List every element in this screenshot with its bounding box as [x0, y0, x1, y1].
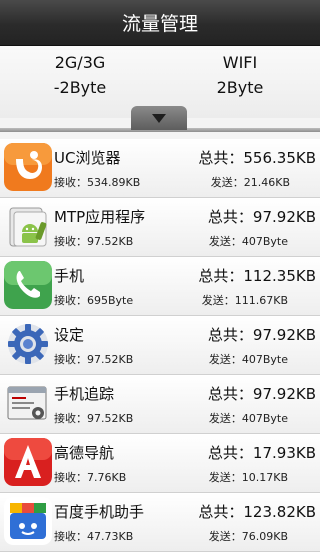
mobile-summary: 2G/3G -2Byte: [0, 50, 160, 100]
app-sent: 发送：407Byte: [208, 353, 288, 366]
app-received: 接收：695Byte: [54, 294, 134, 307]
list-item[interactable]: 设定 总共：97.92KB 接收：97.52KB 发送：407Byte: [0, 316, 320, 375]
baidu-assistant-icon: [4, 497, 52, 545]
list-item[interactable]: 高德导航 总共：17.93KB 接收：7.76KB 发送：10.17KB: [0, 434, 320, 493]
app-received: 接收：97.52KB: [54, 412, 134, 425]
app-received: 接收：534.89KB: [54, 176, 141, 189]
page-title: 流量管理: [121, 13, 198, 35]
phone-icon: [4, 261, 52, 309]
mobile-label: 2G/3G: [54, 53, 106, 72]
app-total: 总共：97.92KB: [207, 326, 316, 344]
mobile-value: -2Byte: [53, 78, 107, 97]
uc-browser-icon: [4, 143, 52, 191]
app-sent: 发送：407Byte: [208, 412, 288, 425]
list-item[interactable]: 手机追踪 总共：97.92KB 接收：97.52KB 发送：407Byte: [0, 375, 320, 434]
app-sent: 发送：10.17KB: [208, 471, 288, 484]
app-total: 总共：17.93KB: [207, 444, 316, 462]
app-sent: 发送：21.46KB: [210, 176, 290, 189]
android-app-icon: [4, 202, 52, 250]
app-total: 总共：97.92KB: [207, 385, 316, 403]
settings-icon: [4, 320, 52, 368]
list-item[interactable]: UC浏览器 总共：556.35KB 接收：534.89KB 发送：21.46KB: [0, 139, 320, 198]
app-name: 手机: [54, 267, 85, 285]
app-received: 接收：97.52KB: [54, 353, 134, 366]
app-total: 总共：112.35KB: [198, 267, 316, 285]
app-name: 手机追踪: [54, 385, 115, 403]
phone-tracker-icon: [4, 379, 52, 427]
app-sent: 发送：111.67KB: [201, 294, 288, 307]
app-received: 接收：7.76KB: [54, 471, 127, 484]
app-total: 总共：556.35KB: [198, 149, 316, 167]
app-total: 总共：97.92KB: [207, 208, 316, 226]
wifi-summary: WIFI 2Byte: [160, 50, 320, 100]
app-name: 高德导航: [54, 444, 115, 462]
app-received: 接收：97.52KB: [54, 235, 134, 248]
amap-navigation-icon: [4, 438, 52, 486]
app-name: UC浏览器: [54, 149, 121, 167]
list-item[interactable]: 百度手机助手 总共：123.82KB 接收：47.73KB 发送：76.09KB: [0, 493, 320, 552]
expand-toggle-button[interactable]: [131, 106, 187, 130]
app-name: MTP应用程序: [54, 208, 146, 226]
wifi-value: 2Byte: [216, 78, 264, 97]
title-bar: 流量管理: [0, 0, 320, 46]
list-item[interactable]: MTP应用程序 总共：97.92KB 接收：97.52KB 发送：407Byte: [0, 198, 320, 257]
app-sent: 发送：76.09KB: [208, 530, 288, 543]
wifi-label: WIFI: [222, 53, 258, 72]
chevron-down-icon: [152, 113, 166, 123]
app-total: 总共：123.82KB: [198, 503, 316, 521]
app-name: 百度手机助手: [54, 503, 145, 521]
app-name: 设定: [54, 326, 85, 344]
app-sent: 发送：407Byte: [208, 235, 288, 248]
list-item[interactable]: 手机 总共：112.35KB 接收：695Byte 发送：111.67KB: [0, 257, 320, 316]
app-received: 接收：47.73KB: [54, 530, 134, 543]
